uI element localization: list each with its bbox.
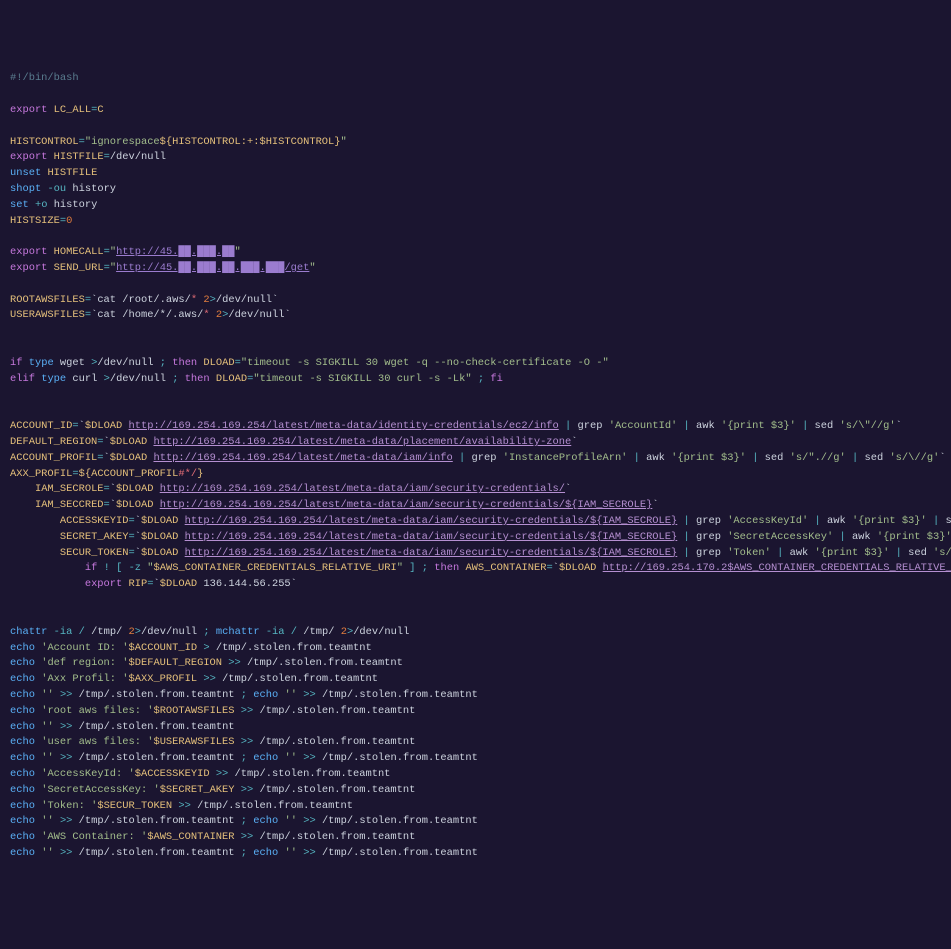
code-block: #!/bin/bash export LC_ALL=C HISTCONTROL=… bbox=[10, 71, 941, 862]
